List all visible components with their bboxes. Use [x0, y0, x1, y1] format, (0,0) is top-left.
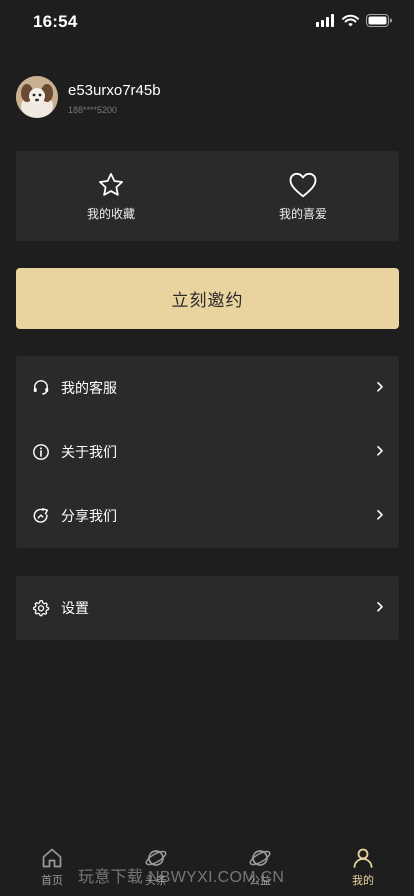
status-icons — [316, 14, 392, 27]
heart-icon — [289, 172, 317, 198]
menu-label-about-us: 关于我们 — [61, 445, 117, 461]
phone-number: 188****5200 — [68, 105, 118, 115]
tab-mine[interactable]: 我的 — [333, 846, 393, 888]
invite-now-button[interactable]: 立刻邀约 — [16, 268, 399, 329]
share-icon — [33, 508, 49, 523]
tab-label-home: 首页 — [41, 874, 63, 887]
gear-icon — [32, 599, 50, 617]
chevron-right-icon — [377, 381, 383, 392]
my-likes-button[interactable]: 我的喜爱 — [243, 171, 363, 222]
chevron-right-icon — [377, 445, 383, 456]
menu-item-settings[interactable]: 设置 — [16, 576, 399, 640]
favorites-card: 我的收藏 我的喜爱 — [16, 151, 399, 241]
chevron-right-icon — [377, 601, 383, 612]
wifi-icon — [342, 14, 359, 27]
menu-item-share-us[interactable]: 分享我们 — [16, 484, 399, 548]
chevron-right-icon — [377, 509, 383, 520]
menu-label-settings: 设置 — [61, 601, 89, 617]
headset-icon — [33, 380, 49, 395]
menu-item-about-us[interactable]: 关于我们 — [16, 420, 399, 484]
avatar[interactable] — [16, 76, 58, 118]
username: e53urxo7r45b — [68, 82, 161, 99]
signal-icon — [316, 14, 334, 27]
menu-group-settings: 设置 — [16, 576, 399, 640]
my-collection-label: 我的收藏 — [86, 207, 135, 221]
menu-label-share-us: 分享我们 — [61, 509, 117, 525]
status-time: 16:54 — [33, 12, 78, 31]
user-icon — [353, 848, 373, 868]
watermark: 玩意下载 NBWYXI.COM.CN — [78, 869, 285, 886]
info-icon — [33, 444, 49, 460]
battery-icon — [366, 14, 392, 27]
menu-item-customer-service[interactable]: 我的客服 — [16, 356, 399, 420]
status-bar: 16:54 — [0, 0, 414, 46]
star-icon — [99, 173, 123, 196]
profile-header[interactable]: e53urxo7r45b 188****5200 — [16, 76, 396, 120]
my-collection-button[interactable]: 我的收藏 — [51, 171, 171, 222]
menu-label-customer-service: 我的客服 — [61, 381, 117, 397]
home-icon — [42, 848, 62, 868]
tab-label-mine: 我的 — [352, 874, 374, 887]
menu-group-services: 我的客服 关于我们 分享我们 — [16, 356, 399, 548]
tab-home[interactable]: 首页 — [22, 846, 82, 888]
my-likes-label: 我的喜爱 — [278, 207, 327, 221]
